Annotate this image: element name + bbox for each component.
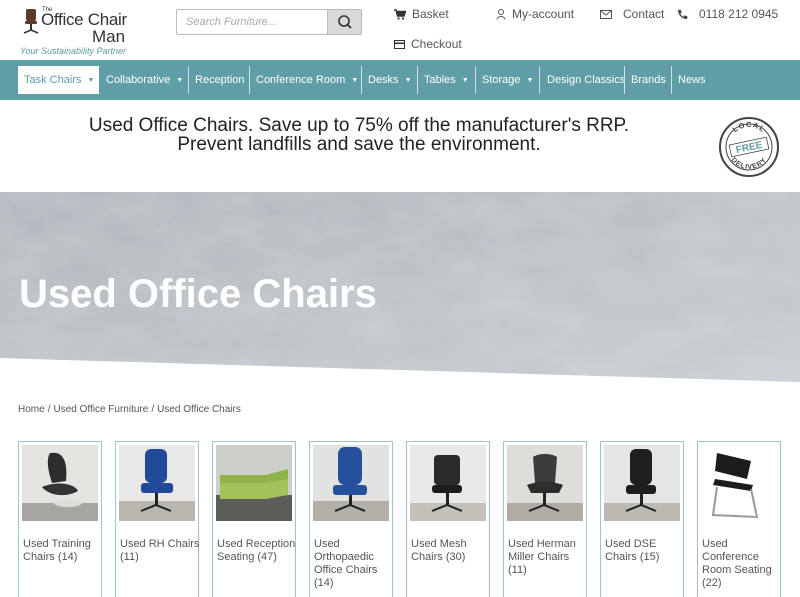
- envelope-icon: [600, 9, 612, 19]
- nav-label: Collaborative: [106, 74, 171, 86]
- nav-design-classics[interactable]: Design Classics: [541, 66, 626, 94]
- breadcrumb: Home / Used Office Furniture / Used Office C…: [18, 404, 241, 415]
- stamp-mid-text: FREE: [735, 140, 764, 156]
- product-name: Used Mesh Chairs (30): [411, 538, 467, 563]
- nav-label: Design Classics: [547, 74, 626, 86]
- search-icon: [338, 15, 352, 29]
- product-image: [216, 445, 292, 521]
- nav-label: Desks: [368, 74, 399, 86]
- product-image: [701, 445, 777, 521]
- svg-text:DELIVERY: DELIVERY: [730, 157, 769, 172]
- nav-reception[interactable]: Reception: [189, 66, 246, 94]
- stamp-top-text: LOCAL: [731, 120, 767, 134]
- product-card[interactable]: Used DSE Chairs (15): [600, 441, 684, 597]
- nav-label: Tables: [424, 74, 456, 86]
- card-icon: [394, 39, 405, 49]
- nav-conference-room[interactable]: Conference Room ▼: [250, 66, 360, 94]
- product-card[interactable]: Used Orthopaedic Office Chairs (14): [309, 441, 393, 597]
- phone-number: 0118 212 0945: [699, 7, 779, 21]
- checkout-link[interactable]: Checkout: [394, 37, 462, 51]
- main-nav: Task Chairs ▼ Collaborative ▼ Reception Co…: [0, 60, 800, 100]
- search-input[interactable]: [177, 10, 329, 34]
- user-icon: [496, 8, 506, 20]
- product-card[interactable]: Used Training Chairs (14): [18, 441, 102, 597]
- phone-icon: [678, 9, 688, 19]
- product-name: Used RH Chairs (11): [120, 538, 200, 563]
- product-image: [119, 445, 195, 521]
- product-name: Used Training Chairs (14): [23, 538, 91, 563]
- nav-desks[interactable]: Desks ▼: [362, 66, 416, 94]
- product-card[interactable]: Used Herman Miller Chairs (11): [503, 441, 587, 597]
- caret-down-icon: ▼: [404, 77, 412, 84]
- nav-label: Storage: [482, 74, 521, 86]
- caret-down-icon: ▼: [351, 77, 359, 84]
- product-card[interactable]: Used Reception Seating (47): [212, 441, 296, 597]
- free-delivery-stamp-icon: LOCAL FREE DELIVERY: [719, 117, 779, 177]
- logo-line2: Man: [92, 27, 126, 46]
- basket-link[interactable]: Basket: [394, 7, 449, 21]
- caret-down-icon: ▼: [526, 77, 534, 84]
- contact-link[interactable]: Contact: [600, 7, 664, 21]
- product-name: Used DSE Chairs (15): [605, 538, 660, 563]
- product-image: [410, 445, 486, 521]
- breadcrumb-level1[interactable]: Used Office Furniture: [53, 404, 148, 415]
- product-image: [604, 445, 680, 521]
- nav-label: News: [678, 74, 706, 86]
- account-link[interactable]: My-account: [496, 7, 574, 21]
- cart-icon: [394, 8, 406, 20]
- product-name: Used Herman Miller Chairs (11): [508, 538, 576, 576]
- nav-news[interactable]: News: [672, 66, 712, 94]
- product-name: Used Conference Room Seating (22): [702, 538, 772, 589]
- product-image: [507, 445, 583, 521]
- nav-storage[interactable]: Storage ▼: [476, 66, 538, 94]
- nav-collaborative[interactable]: Collaborative ▼: [100, 66, 188, 94]
- logo-tagline: Your Sustainability Partner: [20, 46, 127, 56]
- svg-text:LOCAL: LOCAL: [731, 120, 768, 134]
- breadcrumb-current: Used Office Chairs: [157, 404, 241, 415]
- caret-down-icon: ▼: [87, 77, 95, 84]
- product-name: Used Orthopaedic Office Chairs (14): [314, 538, 378, 589]
- search-button[interactable]: [327, 10, 361, 34]
- nav-brands[interactable]: Brands: [625, 66, 670, 94]
- caret-down-icon: ▼: [461, 77, 469, 84]
- breadcrumb-separator: /: [47, 404, 51, 415]
- product-image: [313, 445, 389, 521]
- account-label: My-account: [512, 7, 575, 21]
- nav-divider: [539, 66, 540, 94]
- chair-logo-icon: [23, 9, 39, 34]
- contact-label: Contact: [623, 7, 665, 21]
- product-card[interactable]: Used RH Chairs (11): [115, 441, 199, 597]
- nav-task-chairs[interactable]: Task Chairs ▼: [18, 66, 99, 94]
- search-box: [176, 9, 362, 35]
- site-logo[interactable]: The Office Chair Man Your Sustainability…: [20, 6, 140, 56]
- page-title: Used Office Chairs: [19, 272, 377, 316]
- hero-banner: Used Office Chairs: [0, 192, 800, 384]
- site-header: The Office Chair Man Your Sustainability…: [0, 0, 800, 60]
- checkout-label: Checkout: [411, 37, 462, 51]
- promo-line2: Prevent landfills and save the environme…: [177, 134, 541, 155]
- nav-label: Task Chairs: [24, 74, 82, 86]
- nav-label: Conference Room: [256, 74, 346, 86]
- breadcrumb-separator: /: [151, 404, 155, 415]
- breadcrumb-home[interactable]: Home: [18, 404, 45, 415]
- product-card[interactable]: Used Mesh Chairs (30): [406, 441, 490, 597]
- product-image: [22, 445, 98, 521]
- product-card[interactable]: Used Conference Room Seating (22): [697, 441, 781, 597]
- basket-label: Basket: [412, 7, 449, 21]
- nav-label: Reception: [195, 74, 245, 86]
- caret-down-icon: ▼: [176, 77, 184, 84]
- promo-banner: Used Office Chairs. Save up to 75% off t…: [0, 100, 800, 192]
- nav-tables[interactable]: Tables ▼: [418, 66, 474, 94]
- product-name: Used Reception Seating (47): [217, 538, 296, 563]
- phone-link[interactable]: 0118 212 0945: [677, 7, 778, 21]
- nav-label: Brands: [631, 74, 666, 86]
- stamp-bottom-text: DELIVERY: [730, 157, 768, 172]
